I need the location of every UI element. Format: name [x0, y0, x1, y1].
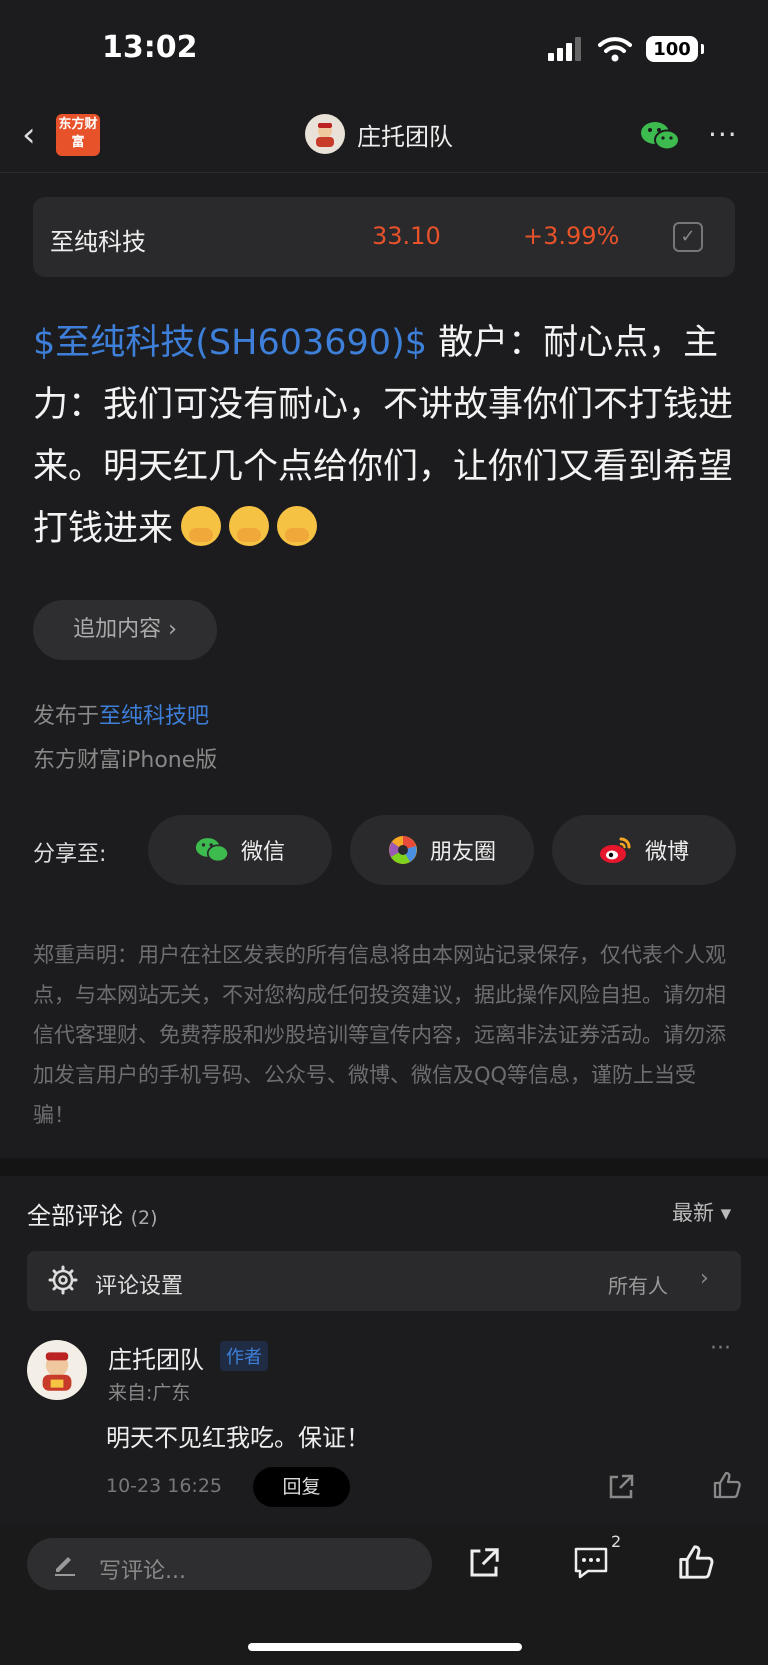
comment-location: 来自:广东	[108, 1382, 191, 1404]
write-comment-input[interactable]	[27, 1538, 432, 1590]
battery-indicator: 100	[646, 36, 704, 62]
comment-count-badge: 2	[611, 1532, 622, 1551]
comments-count: (2)	[130, 1207, 158, 1229]
signal-icon	[548, 37, 581, 61]
wechat-icon	[195, 838, 229, 863]
pencil-icon	[55, 1557, 75, 1576]
reply-button[interactable]: 回复	[253, 1467, 350, 1507]
avatar-icon	[42, 1352, 72, 1391]
comments-title: 全部评论	[27, 1202, 123, 1230]
like-icon[interactable]	[677, 1543, 715, 1581]
add-content-button[interactable]: 追加内容 ›	[33, 600, 217, 660]
published-in: 发布于至纯科技吧	[33, 698, 209, 730]
home-indicator[interactable]	[248, 1643, 522, 1651]
stock-name: 至纯科技	[50, 228, 146, 256]
status-icons: 100	[548, 36, 704, 62]
share-label: 分享至:	[33, 842, 107, 867]
write-comment-placeholder: 写评论...	[99, 1559, 186, 1584]
app-logo[interactable]: 东方财富	[56, 114, 100, 156]
nav-user[interactable]: 庄托团队	[305, 114, 453, 154]
share-wechat-button[interactable]: 微信	[148, 815, 332, 885]
author-badge: 作者	[220, 1341, 268, 1371]
comment-settings-label: 评论设置	[95, 1274, 184, 1299]
like-icon[interactable]	[712, 1470, 742, 1500]
emoji-icon	[277, 506, 318, 546]
avatar-icon	[316, 123, 334, 147]
share-icon[interactable]	[466, 1545, 502, 1581]
wechat-icon[interactable]	[640, 120, 680, 152]
share-wechat-label: 微信	[240, 840, 285, 865]
weibo-icon	[599, 837, 631, 863]
published-prefix: 发布于	[33, 704, 100, 729]
section-divider	[0, 1158, 768, 1176]
share-moments-button[interactable]: 朋友圈	[350, 815, 534, 885]
add-watchlist-checkbox[interactable]: ✓	[673, 222, 703, 252]
more-menu-button[interactable]: ···	[708, 118, 738, 151]
moments-icon	[388, 836, 417, 864]
sort-dropdown[interactable]: 最新 ▾	[672, 1197, 731, 1227]
client-info: 东方财富iPhone版	[33, 748, 218, 773]
stock-tag-link[interactable]: $至纯科技(SH603690)$	[33, 323, 427, 363]
comment-more-button[interactable]: ···	[710, 1336, 731, 1361]
share-icon[interactable]	[606, 1472, 636, 1502]
emoji-icon	[181, 506, 222, 546]
gear-icon	[48, 1265, 78, 1295]
back-button[interactable]: ‹	[22, 118, 36, 152]
comment-author[interactable]: 庄托团队	[108, 1340, 204, 1375]
comment-time: 10-23 16:25	[106, 1475, 223, 1497]
forum-link[interactable]: 至纯科技吧	[99, 704, 209, 729]
share-weibo-button[interactable]: 微博	[552, 815, 736, 885]
emoji-icon	[229, 506, 270, 546]
comment-icon[interactable]	[572, 1545, 610, 1581]
status-time: 13:02	[102, 30, 198, 65]
wifi-icon	[598, 37, 632, 62]
comment-text: 明天不见红我吃。保证！	[106, 1424, 370, 1452]
nav-title: 庄托团队	[357, 122, 453, 151]
stock-change: +3.99%	[523, 222, 620, 250]
share-weibo-label: 微博	[644, 840, 689, 865]
stock-price: 33.10	[372, 222, 441, 250]
post-content: $至纯科技(SH603690)$ 散户：耐心点，主力：我们可没有耐心，不讲故事你…	[33, 312, 738, 560]
avatar[interactable]	[305, 114, 345, 154]
share-moments-label: 朋友圈	[429, 840, 496, 865]
comment-settings-value: 所有人	[608, 1274, 668, 1298]
chevron-right-icon: ›	[700, 1266, 709, 1291]
avatar[interactable]	[27, 1340, 87, 1400]
comments-header: 全部评论 (2)	[27, 1196, 158, 1231]
disclaimer: 郑重声明：用户在社区发表的所有信息将由本网站记录保存，仅代表个人观点，与本网站无…	[33, 943, 726, 1127]
